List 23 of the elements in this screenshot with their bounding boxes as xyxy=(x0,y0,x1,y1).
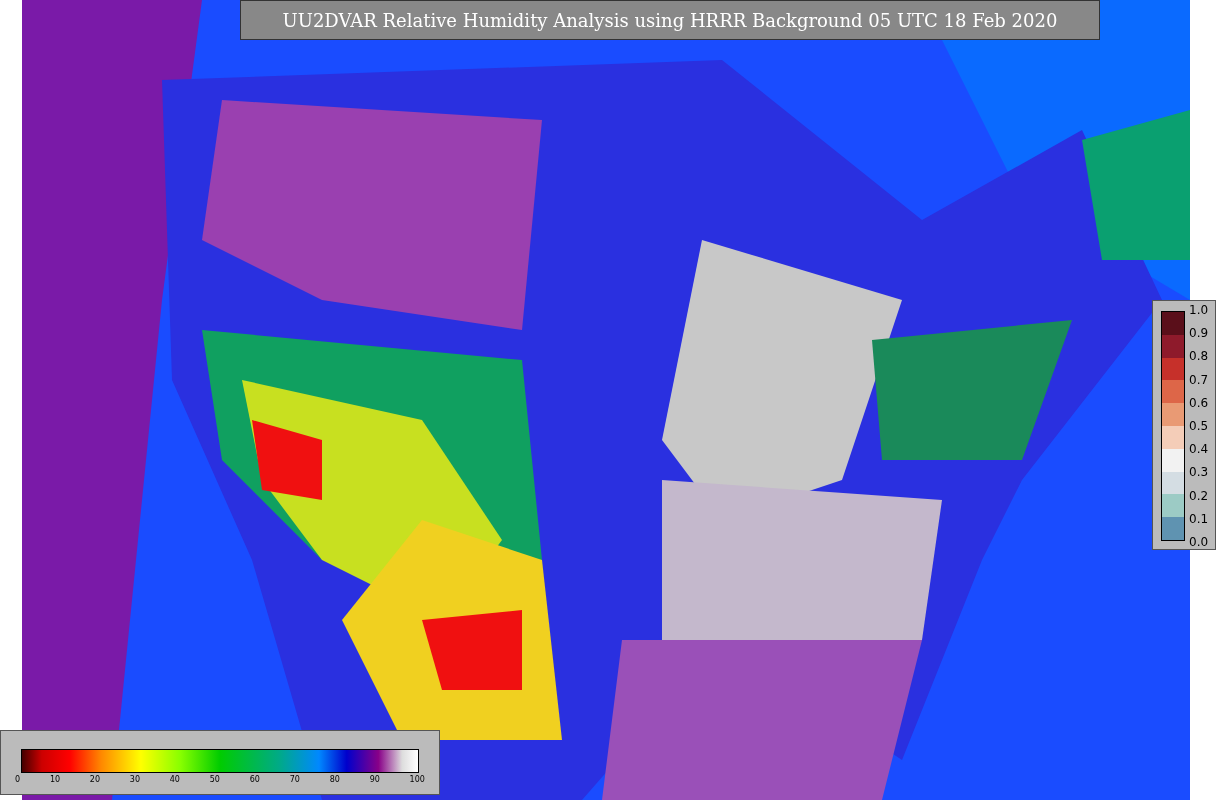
tick-label: 90 xyxy=(369,775,380,784)
tick-label: 80 xyxy=(329,775,340,784)
tick-label: 0.1 xyxy=(1189,511,1209,526)
tick-label: 0.0 xyxy=(1189,534,1209,549)
tick-label: 0.5 xyxy=(1189,418,1209,433)
tick-label: 0.8 xyxy=(1189,349,1209,364)
tick-label: 0 xyxy=(15,775,21,784)
tick-label: 0.4 xyxy=(1189,442,1209,457)
tick-label: 0.7 xyxy=(1189,372,1209,387)
tick-label: 0.9 xyxy=(1189,326,1209,341)
map-title: UU2DVAR Relative Humidity Analysis using HRRR Background 05 UTC 18 Feb 2020 xyxy=(240,0,1100,40)
tick-label: 0.6 xyxy=(1189,395,1209,410)
tick-label: 50 xyxy=(209,775,220,784)
tick-label: 20 xyxy=(89,775,101,784)
tick-label: 60 xyxy=(249,775,260,784)
tick-label: 70 xyxy=(289,775,300,784)
tick-label: 100 xyxy=(409,775,425,784)
tick-label: 30 xyxy=(129,775,140,784)
tick-label: 10 xyxy=(49,775,61,784)
tick-label: 0.3 xyxy=(1189,465,1209,480)
tick-label: 40 xyxy=(169,775,180,784)
tick-label: 0.2 xyxy=(1189,488,1209,503)
tick-label: 1.0 xyxy=(1189,303,1209,317)
